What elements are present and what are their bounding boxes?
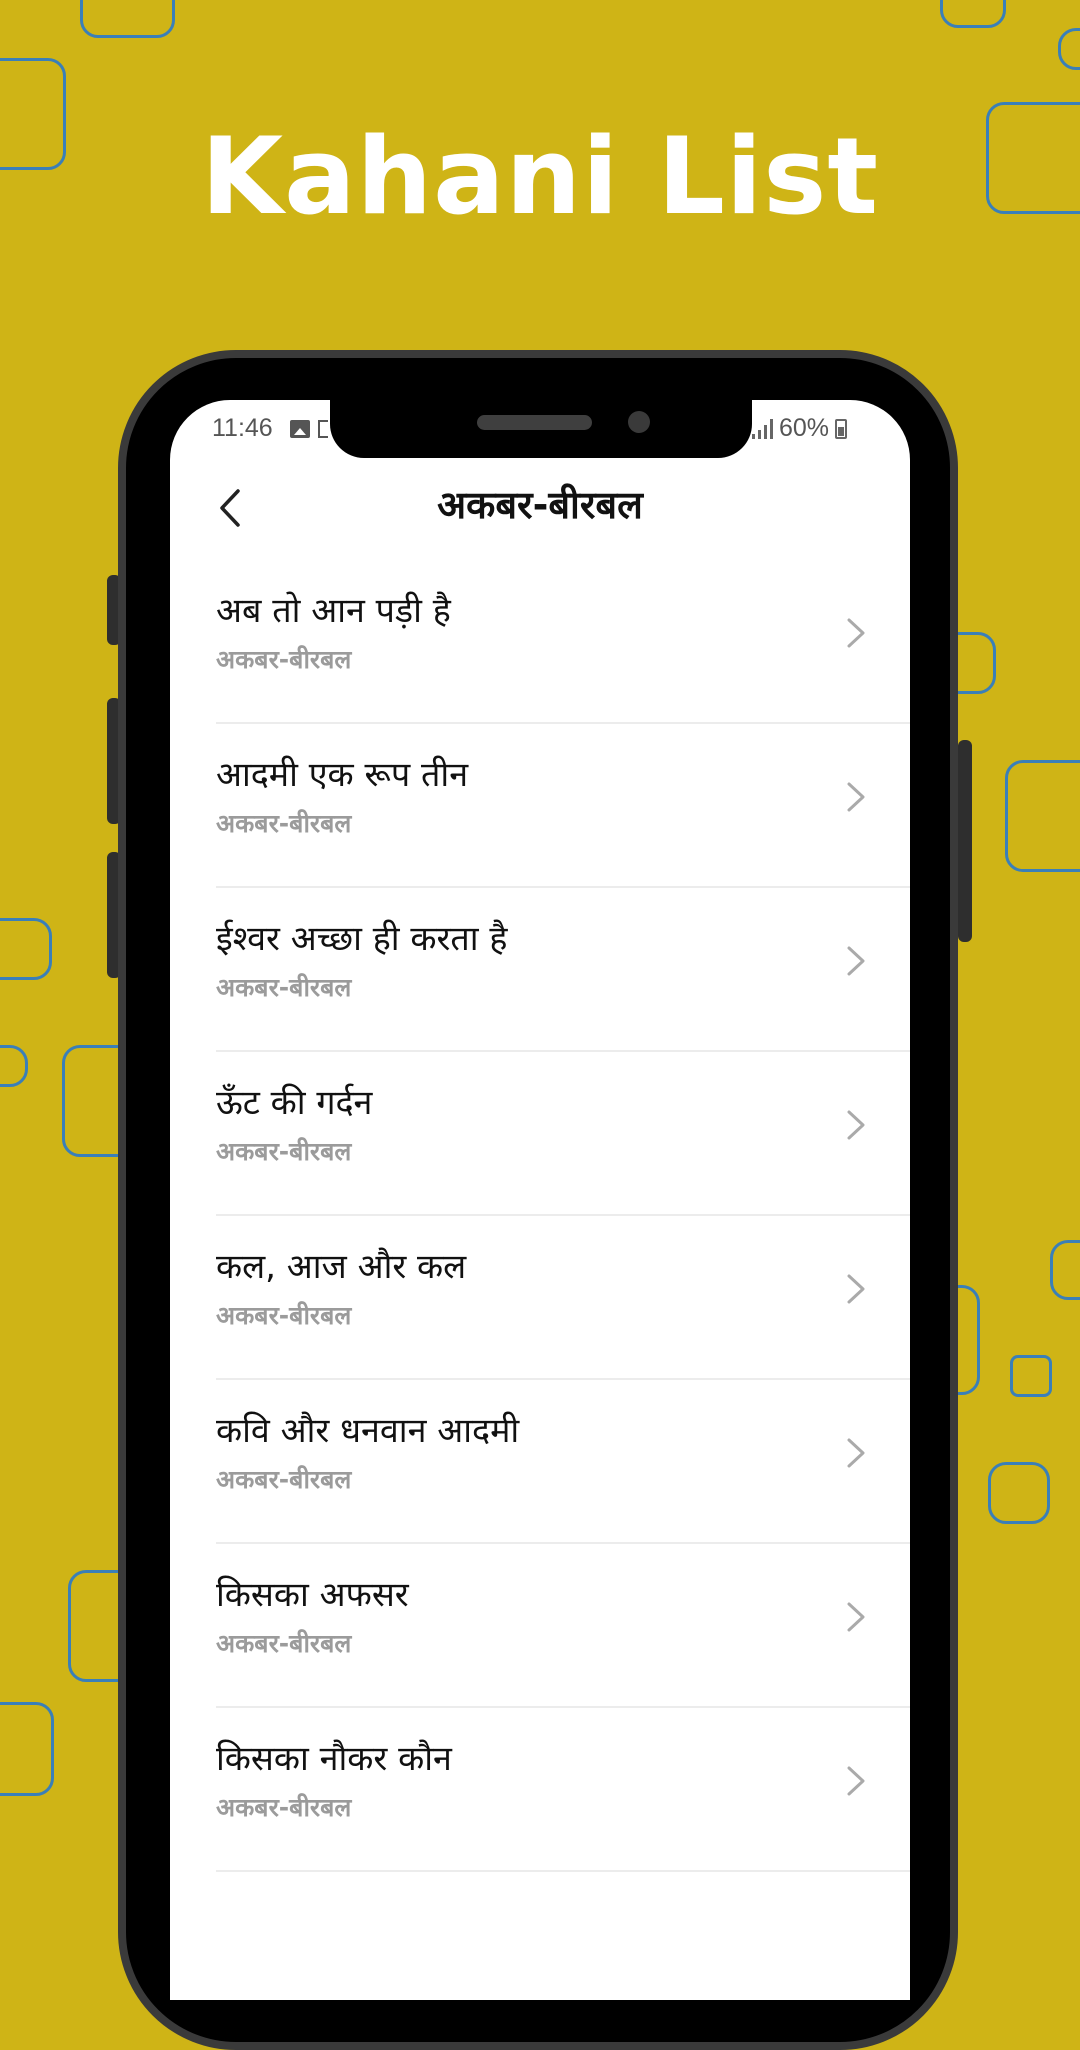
story-list-item[interactable]: आदमी एक रूप तीन अकबर-बीरबल	[170, 724, 910, 888]
decor-square	[1010, 1355, 1052, 1397]
story-category: अकबर-बीरबल	[216, 973, 352, 1002]
phone-power-button	[958, 740, 972, 942]
chevron-right-icon	[847, 946, 865, 976]
story-category: अकबर-बीरबल	[216, 809, 352, 838]
chevron-right-icon	[847, 1274, 865, 1304]
story-title: कवि और धनवान आदमी	[216, 1411, 520, 1451]
story-list-item[interactable]: किसका नौकर कौन अकबर-बीरबल	[170, 1708, 910, 1872]
phone-speaker	[477, 415, 592, 430]
chevron-right-icon	[847, 1110, 865, 1140]
chevron-right-icon	[847, 782, 865, 812]
phone-camera	[628, 411, 650, 433]
chevron-right-icon	[847, 1766, 865, 1796]
story-title: किसका अफसर	[216, 1575, 409, 1615]
chevron-left-icon	[220, 489, 240, 527]
decor-square	[0, 918, 52, 980]
signal-icon	[752, 418, 773, 439]
story-category: अकबर-बीरबल	[216, 1793, 352, 1822]
page-title: अकबर-बीरबल	[437, 483, 643, 527]
decor-square	[0, 1045, 28, 1087]
back-button[interactable]	[210, 485, 250, 531]
notification-icon	[318, 420, 328, 438]
story-list-item[interactable]: अब तो आन पड़ी है अकबर-बीरबल	[170, 560, 910, 724]
chevron-right-icon	[847, 1438, 865, 1468]
decor-square	[1058, 28, 1080, 70]
story-list-item[interactable]: ईश्वर अच्छा ही करता है अकबर-बीरबल	[170, 888, 910, 1052]
decor-square	[0, 1702, 54, 1796]
story-title: कल, आज और कल	[216, 1247, 467, 1287]
chevron-right-icon	[847, 618, 865, 648]
story-category: अकबर-बीरबल	[216, 1137, 352, 1166]
decor-square	[940, 0, 1006, 28]
chevron-right-icon	[847, 1602, 865, 1632]
story-list-item[interactable]: कवि और धनवान आदमी अकबर-बीरबल	[170, 1380, 910, 1544]
story-list: अब तो आन पड़ी है अकबर-बीरबल आदमी एक रूप ती…	[170, 560, 910, 1872]
story-category: अकबर-बीरबल	[216, 1301, 352, 1330]
status-right-group: 60%	[752, 414, 848, 443]
story-title: किसका नौकर कौन	[216, 1739, 452, 1779]
story-category: अकबर-बीरबल	[216, 645, 352, 674]
story-list-item[interactable]: किसका अफसर अकबर-बीरबल	[170, 1544, 910, 1708]
story-title: अब तो आन पड़ी है	[216, 591, 451, 631]
decor-square	[80, 0, 175, 38]
status-time: 11:46	[212, 414, 273, 442]
battery-icon	[835, 418, 848, 439]
battery-percentage: 60%	[779, 414, 830, 442]
decor-square	[1005, 760, 1080, 872]
story-category: अकबर-बीरबल	[216, 1629, 352, 1658]
story-title: ऊँट की गर्दन	[216, 1083, 373, 1123]
story-title: आदमी एक रूप तीन	[216, 755, 469, 795]
story-list-item[interactable]: कल, आज और कल अकबर-बीरबल	[170, 1216, 910, 1380]
decor-square	[988, 1462, 1050, 1524]
story-list-item[interactable]: ऊँट की गर्दन अकबर-बीरबल	[170, 1052, 910, 1216]
promo-title: Kahani List	[200, 115, 879, 238]
image-notification-icon	[290, 420, 310, 438]
decor-square	[1050, 1240, 1080, 1300]
story-category: अकबर-बीरबल	[216, 1465, 352, 1494]
story-title: ईश्वर अच्छा ही करता है	[216, 919, 508, 959]
row-divider	[216, 1870, 910, 1872]
